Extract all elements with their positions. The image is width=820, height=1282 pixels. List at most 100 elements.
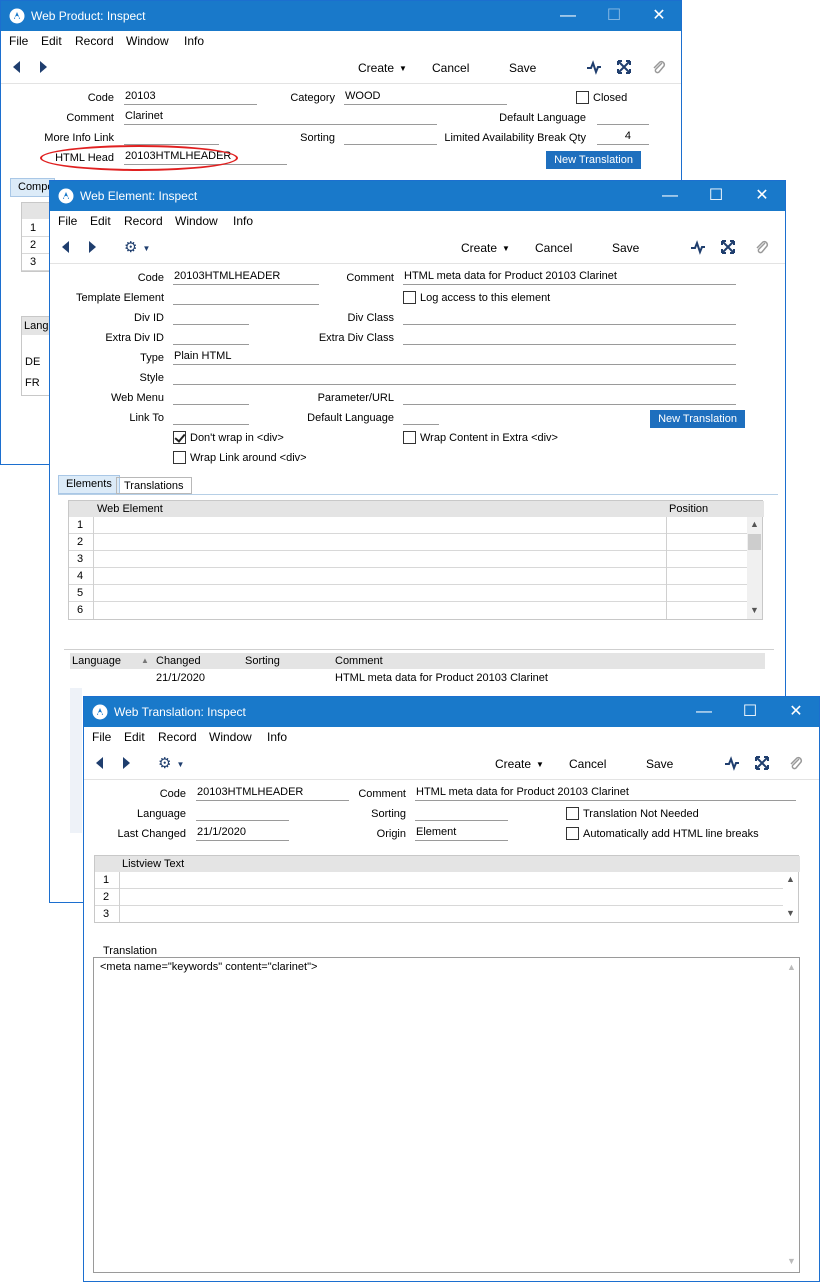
code-field[interactable]: 20103HTMLHEADER [196,786,349,801]
menu-info[interactable]: Info [233,214,253,228]
save-button[interactable]: Save [612,241,639,255]
tab-translations[interactable]: Translations [116,477,192,494]
closed-checkbox[interactable] [576,91,589,104]
new-translation-button[interactable]: New Translation [650,410,745,428]
code-field[interactable]: 20103 [124,90,257,105]
extra-div-class-field[interactable] [403,330,736,345]
next-record-icon[interactable] [118,755,134,771]
close-icon[interactable]: ✕ [636,1,681,31]
auto-html-line-breaks-checkbox[interactable] [566,827,579,840]
menu-edit[interactable]: Edit [41,34,62,48]
cancel-button[interactable]: Cancel [535,241,572,255]
web-menu-field[interactable] [173,390,249,405]
menu-window[interactable]: Window [175,214,218,228]
activity-icon[interactable] [586,59,602,75]
limited-availability-field[interactable]: 4 [597,130,649,145]
web-element-titlebar[interactable]: Web Element: Inspect — ☐ ✕ [50,181,785,211]
more-info-link-field[interactable] [124,130,219,145]
parameter-url-field[interactable] [403,390,736,405]
menu-edit[interactable]: Edit [124,730,145,744]
default-language-field[interactable] [403,410,439,425]
style-field[interactable] [173,370,736,385]
next-record-icon[interactable] [84,239,100,255]
expand-icon[interactable] [616,59,632,75]
menu-info[interactable]: Info [184,34,204,48]
attachment-icon[interactable] [754,239,770,255]
save-button[interactable]: Save [509,61,536,75]
table-row[interactable]: 2 [95,889,783,906]
expand-icon[interactable] [720,239,736,255]
sorting-field[interactable] [415,806,508,821]
scroll-down-icon[interactable]: ▼ [783,908,798,918]
maximize-icon[interactable]: ☐ [693,181,739,211]
dont-wrap-checkbox[interactable] [173,431,186,444]
menu-window[interactable]: Window [126,34,169,48]
menu-record[interactable]: Record [124,214,163,228]
create-button[interactable]: Create ▼ [358,61,407,75]
table-row[interactable]: 3 [69,551,747,568]
scroll-thumb[interactable] [748,534,761,550]
code-field[interactable]: 20103HTMLHEADER [173,270,319,285]
wrap-link-checkbox[interactable] [173,451,186,464]
maximize-icon[interactable]: ☐ [727,697,773,727]
expand-icon[interactable] [754,755,770,771]
activity-icon[interactable] [724,755,740,771]
origin-field[interactable]: Element [415,826,508,841]
scroll-up-icon[interactable]: ▲ [784,962,799,972]
table-row[interactable]: 1 [69,517,747,534]
save-button[interactable]: Save [646,757,673,771]
log-access-checkbox[interactable] [403,291,416,304]
table-row[interactable]: 3 [95,906,783,923]
close-icon[interactable]: ✕ [773,697,819,727]
category-field[interactable]: WOOD [344,90,507,105]
type-field[interactable]: Plain HTML [173,350,736,365]
previous-record-icon[interactable] [58,239,74,255]
menu-record[interactable]: Record [158,730,197,744]
menu-file[interactable]: File [9,34,28,48]
translation-textarea[interactable]: <meta name="keywords" content="clarinet"… [93,957,800,1273]
web-product-titlebar[interactable]: Web Product: Inspect — ☐ ✕ [1,1,681,31]
div-class-field[interactable] [403,310,736,325]
language-fr[interactable]: FR [25,377,40,389]
template-element-field[interactable] [173,290,319,305]
translation-scrollbar[interactable]: ▲ ▼ [784,958,799,1272]
translation-not-needed-checkbox[interactable] [566,807,579,820]
sorting-field[interactable] [344,130,437,145]
cancel-button[interactable]: Cancel [432,61,469,75]
menu-edit[interactable]: Edit [90,214,111,228]
cancel-button[interactable]: Cancel [569,757,606,771]
close-icon[interactable]: ✕ [739,181,785,211]
menu-record[interactable]: Record [75,34,114,48]
scroll-down-icon[interactable]: ▼ [747,605,762,615]
table-row[interactable]: 2 [69,534,747,551]
comment-field[interactable]: Clarinet [124,110,437,125]
link-to-field[interactable] [173,410,249,425]
menu-info[interactable]: Info [267,730,287,744]
wrap-extra-div-checkbox[interactable] [403,431,416,444]
scroll-up-icon[interactable]: ▲ [747,519,762,529]
table-row[interactable]: 6 [69,602,747,619]
comment-field[interactable]: HTML meta data for Product 20103 Clarine… [403,270,736,285]
listview-scrollbar[interactable]: ▲ ▼ [783,872,798,922]
gear-menu-button[interactable]: ⚙ ▼ [158,754,184,772]
attachment-icon[interactable] [788,755,804,771]
last-changed-field[interactable]: 21/1/2020 [196,826,289,841]
div-id-field[interactable] [173,310,249,325]
scroll-down-icon[interactable]: ▼ [784,1256,799,1266]
language-field[interactable] [196,806,289,821]
new-translation-button[interactable]: New Translation [546,151,641,169]
next-record-icon[interactable] [35,59,51,75]
previous-record-icon[interactable] [92,755,108,771]
default-language-field[interactable] [597,110,649,125]
minimize-icon[interactable]: — [647,181,693,211]
translation-row[interactable]: 21/1/2020 HTML meta data for Product 201… [70,670,765,687]
table-row[interactable]: 1 [95,872,783,889]
extra-div-id-field[interactable] [173,330,249,345]
web-translation-titlebar[interactable]: Web Translation: Inspect — ☐ ✕ [84,697,819,727]
comment-field[interactable]: HTML meta data for Product 20103 Clarine… [415,786,796,801]
create-button[interactable]: Create ▼ [495,757,544,771]
tab-elements[interactable]: Elements [58,475,120,494]
menu-window[interactable]: Window [209,730,252,744]
gear-menu-button[interactable]: ⚙ ▼ [124,238,150,256]
elements-scrollbar[interactable]: ▲ ▼ [747,517,762,619]
